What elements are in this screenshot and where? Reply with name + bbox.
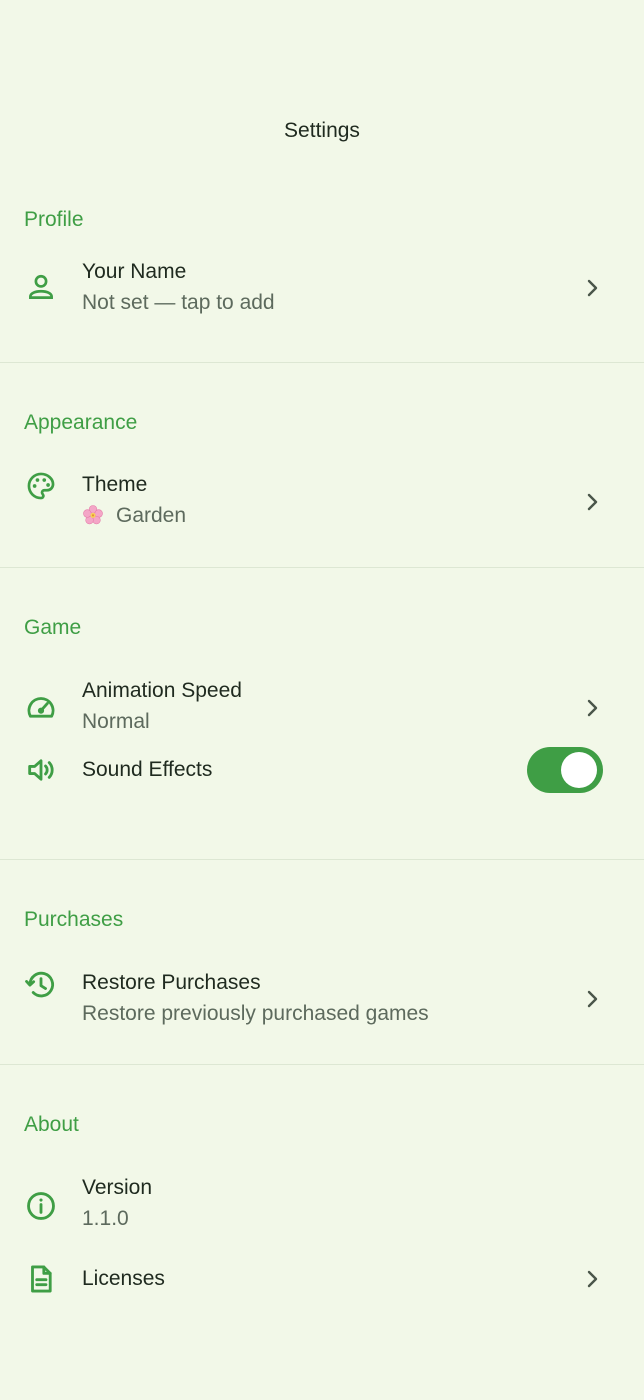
chevron-right-icon <box>580 276 604 300</box>
version-text: Version 1.1.0 <box>82 1174 564 1233</box>
sound-effects-row[interactable]: Sound Effects <box>0 747 644 859</box>
version-row: Version 1.1.0 <box>0 1145 644 1251</box>
section-header-appearance: Appearance <box>0 363 644 443</box>
row-value: Not set — tap to add <box>82 291 275 314</box>
section-title: About <box>24 1113 79 1136</box>
section-title: Purchases <box>24 908 124 931</box>
app-bar: Settings <box>0 0 644 188</box>
section-header-profile: Profile <box>0 186 644 250</box>
section-appearance: Appearance Theme Garden <box>0 363 644 568</box>
sound-effects-toggle[interactable] <box>527 747 603 793</box>
restore-purchases-row[interactable]: Restore Purchases Restore previously pur… <box>0 940 644 1064</box>
restore-purchases-text: Restore Purchases Restore previously pur… <box>82 969 564 1028</box>
info-icon <box>24 1189 58 1223</box>
chevron-right-icon <box>580 987 604 1011</box>
row-label: Your Name <box>82 260 187 283</box>
section-purchases: Purchases Restore Purchases Restore prev… <box>0 860 644 1065</box>
restore-history-icon <box>24 968 58 1002</box>
section-profile: Profile Your Name Not set — tap to add <box>0 186 644 363</box>
your-name-text: Your Name Not set — tap to add <box>82 258 564 317</box>
section-about: About Version 1.1.0 Licenses <box>0 1065 644 1351</box>
row-label: Theme <box>82 473 148 496</box>
document-icon <box>24 1262 58 1296</box>
section-title: Appearance <box>24 411 138 434</box>
chevron-right-icon <box>580 1267 604 1291</box>
row-label: Restore Purchases <box>82 971 261 994</box>
row-value: Garden <box>82 502 564 530</box>
row-label: Sound Effects <box>82 758 213 781</box>
animation-speed-row[interactable]: Animation Speed Normal <box>0 648 644 752</box>
row-label: Version <box>82 1176 153 1199</box>
section-game: Game Animation Speed Normal Sound Effect… <box>0 568 644 860</box>
licenses-text: Licenses <box>82 1265 564 1293</box>
section-header-game: Game <box>0 568 644 648</box>
theme-row[interactable]: Theme Garden <box>0 443 644 567</box>
person-icon <box>24 270 58 304</box>
section-header-about: About <box>0 1065 644 1145</box>
your-name-row[interactable]: Your Name Not set — tap to add <box>0 250 644 362</box>
section-header-purchases: Purchases <box>0 860 644 940</box>
row-value: 1.1.0 <box>82 1207 129 1230</box>
cherry-blossom-icon <box>82 504 104 526</box>
speaker-icon <box>24 753 58 787</box>
section-title: Game <box>24 616 82 639</box>
theme-text: Theme Garden <box>82 471 564 530</box>
row-label: Animation Speed <box>82 679 242 702</box>
row-value: Restore previously purchased games <box>82 1002 429 1025</box>
chevron-right-icon <box>580 490 604 514</box>
page-title: Settings <box>284 119 360 142</box>
chevron-right-icon <box>580 696 604 720</box>
licenses-row[interactable]: Licenses <box>0 1251 644 1351</box>
theme-value: Garden <box>116 504 187 527</box>
sound-effects-text: Sound Effects <box>82 756 564 784</box>
row-value: Normal <box>82 710 150 733</box>
section-title: Profile <box>24 208 84 231</box>
row-label: Licenses <box>82 1267 165 1290</box>
toggle-knob <box>561 752 597 788</box>
animation-speed-text: Animation Speed Normal <box>82 677 564 736</box>
speedometer-icon <box>24 690 58 724</box>
palette-icon <box>24 469 58 503</box>
